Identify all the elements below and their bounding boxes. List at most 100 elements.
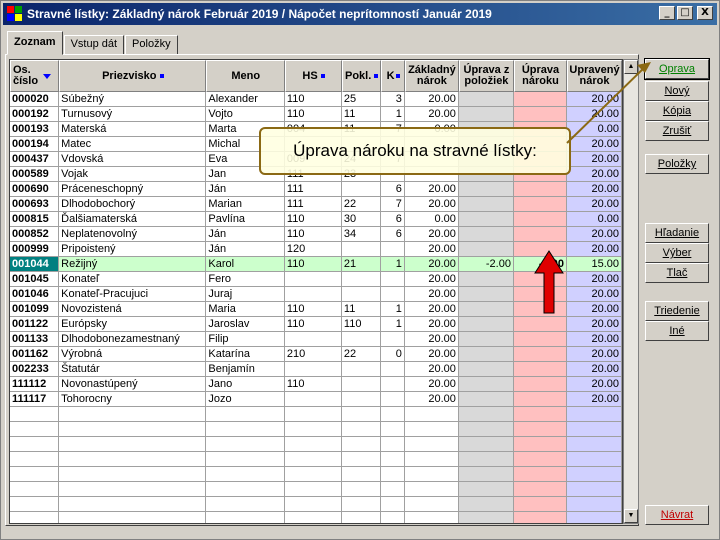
- cell-surname[interactable]: Materská: [59, 122, 207, 137]
- header-uprava-z-poloziek[interactable]: Úprava z položiek: [458, 60, 514, 92]
- cell-pokl[interactable]: 34: [341, 227, 382, 242]
- cell-adj-items[interactable]: [458, 242, 514, 257]
- cell-surname[interactable]: Novozistená: [59, 302, 207, 317]
- cell-final[interactable]: 20.00: [567, 92, 622, 107]
- cell-adj-items[interactable]: [458, 302, 514, 317]
- cell-code[interactable]: 000999: [10, 242, 60, 257]
- cell-k[interactable]: [381, 362, 405, 377]
- cell-pokl[interactable]: [341, 287, 382, 302]
- cell-code[interactable]: 000192: [10, 107, 60, 122]
- cell-surname[interactable]: Súbežný: [59, 92, 207, 107]
- cell-code[interactable]: 001099: [10, 302, 60, 317]
- cell-name[interactable]: Jozo: [206, 392, 285, 407]
- cell-code[interactable]: 001133: [10, 332, 60, 347]
- cell-adj[interactable]: [513, 197, 567, 212]
- header-pokl[interactable]: Pokl.: [342, 60, 382, 92]
- cell-final[interactable]: 20.00: [567, 197, 622, 212]
- cell-k[interactable]: 6: [381, 182, 405, 197]
- cell-base[interactable]: 20.00: [404, 242, 459, 257]
- cell-surname[interactable]: Európsky: [59, 317, 207, 332]
- kopia-button[interactable]: Kópia: [645, 101, 709, 121]
- scroll-up-icon[interactable]: ▲: [624, 60, 638, 74]
- cell-surname[interactable]: Štatutár: [59, 362, 207, 377]
- cell-code[interactable]: 000589: [10, 167, 60, 182]
- cell-adj-items[interactable]: [458, 347, 514, 362]
- cell-code[interactable]: 000194: [10, 137, 60, 152]
- cell-adj-items[interactable]: [458, 392, 514, 407]
- cell-adj[interactable]: [513, 107, 567, 122]
- cell-base[interactable]: 20.00: [404, 332, 459, 347]
- cell-pokl[interactable]: 11: [341, 302, 382, 317]
- cell-final[interactable]: 20.00: [567, 152, 622, 167]
- cell-hs[interactable]: 111: [284, 197, 342, 212]
- cell-final[interactable]: 20.00: [567, 182, 622, 197]
- cell-adj[interactable]: [513, 362, 567, 377]
- table-row[interactable]: 001045 Konateľ Fero 20.00 20.00: [10, 272, 622, 287]
- cell-k[interactable]: 1: [381, 317, 405, 332]
- cell-adj-items[interactable]: [458, 182, 514, 197]
- cell-code[interactable]: 000852: [10, 227, 60, 242]
- cell-pokl[interactable]: 110: [341, 317, 382, 332]
- cell-k[interactable]: 1: [381, 302, 405, 317]
- cell-hs[interactable]: [284, 332, 342, 347]
- cell-base[interactable]: 20.00: [404, 377, 459, 392]
- cell-pokl[interactable]: [341, 332, 382, 347]
- cell-k[interactable]: [381, 377, 405, 392]
- cell-surname[interactable]: Režijný: [59, 257, 207, 272]
- cell-final[interactable]: 20.00: [567, 272, 622, 287]
- cell-adj[interactable]: [513, 227, 567, 242]
- cell-adj[interactable]: [513, 182, 567, 197]
- cell-base[interactable]: 20.00: [404, 302, 459, 317]
- cell-surname[interactable]: Dlhodobonezamestnaný: [59, 332, 207, 347]
- title-bar[interactable]: Stravné lístky: Základný nárok Február 2…: [3, 3, 717, 25]
- table-row[interactable]: 001133 Dlhodobonezamestnaný Filip 20.00 20.0…: [10, 332, 622, 347]
- header-meno[interactable]: Meno: [206, 60, 286, 92]
- cell-pokl[interactable]: [341, 242, 382, 257]
- cell-k[interactable]: [381, 242, 405, 257]
- table-row[interactable]: 000693 Dlhodobochorý Marian 111 22 7 20.00 20.0…: [10, 197, 622, 212]
- table-row[interactable]: 001099 Novozistená Maria 110 11 1 20.00 20.00: [10, 302, 622, 317]
- cell-name[interactable]: Marian: [206, 197, 285, 212]
- minimize-button[interactable]: _: [659, 6, 675, 20]
- cell-base[interactable]: 20.00: [404, 257, 459, 272]
- cell-adj-items[interactable]: [458, 377, 514, 392]
- cell-surname[interactable]: Konateľ: [59, 272, 207, 287]
- cell-base[interactable]: 20.00: [404, 362, 459, 377]
- cell-surname[interactable]: Neplatenovolný: [59, 227, 207, 242]
- cell-adj[interactable]: [513, 212, 567, 227]
- cell-name[interactable]: Alexander: [206, 92, 285, 107]
- cell-final[interactable]: 20.00: [567, 137, 622, 152]
- cell-adj[interactable]: [513, 272, 567, 287]
- cell-adj-items[interactable]: [458, 212, 514, 227]
- cell-base[interactable]: 20.00: [404, 272, 459, 287]
- cell-adj-items[interactable]: [458, 92, 514, 107]
- cell-final[interactable]: 20.00: [567, 302, 622, 317]
- cell-base[interactable]: 0.00: [404, 212, 459, 227]
- cell-code[interactable]: 000815: [10, 212, 60, 227]
- cell-code[interactable]: 001122: [10, 317, 60, 332]
- cell-pokl[interactable]: 30: [341, 212, 382, 227]
- cell-name[interactable]: Benjamín: [206, 362, 285, 377]
- cell-final[interactable]: 20.00: [567, 242, 622, 257]
- table-row[interactable]: 000999 Pripoistený Ján 120 20.00 20.00: [10, 242, 622, 257]
- cell-surname[interactable]: Vojak: [59, 167, 207, 182]
- cell-name[interactable]: Katarína: [206, 347, 285, 362]
- table-row[interactable]: 001162 Výrobná Katarína 210 22 0 20.00 20.00: [10, 347, 622, 362]
- polozky-button[interactable]: Položky: [645, 154, 709, 174]
- close-button[interactable]: X: [697, 6, 713, 20]
- header-uprava-naroku[interactable]: Úprava nároku: [513, 60, 567, 92]
- cell-final[interactable]: 20.00: [567, 167, 622, 182]
- table-row[interactable]: 111117 Tohorocny Jozo 20.00 20.00: [10, 392, 622, 407]
- cell-name[interactable]: Karol: [206, 257, 285, 272]
- cell-base[interactable]: 20.00: [404, 182, 459, 197]
- cell-surname[interactable]: Tohorocny: [59, 392, 207, 407]
- cell-base[interactable]: 20.00: [404, 392, 459, 407]
- cell-code[interactable]: 001045: [10, 272, 60, 287]
- cell-base[interactable]: 20.00: [404, 92, 459, 107]
- tab-polozky[interactable]: Položky: [125, 35, 178, 55]
- cell-k[interactable]: [381, 272, 405, 287]
- cell-adj-items[interactable]: [458, 197, 514, 212]
- cell-pokl[interactable]: 11: [341, 107, 382, 122]
- cell-adj[interactable]: [513, 347, 567, 362]
- cell-name[interactable]: Ján: [206, 227, 285, 242]
